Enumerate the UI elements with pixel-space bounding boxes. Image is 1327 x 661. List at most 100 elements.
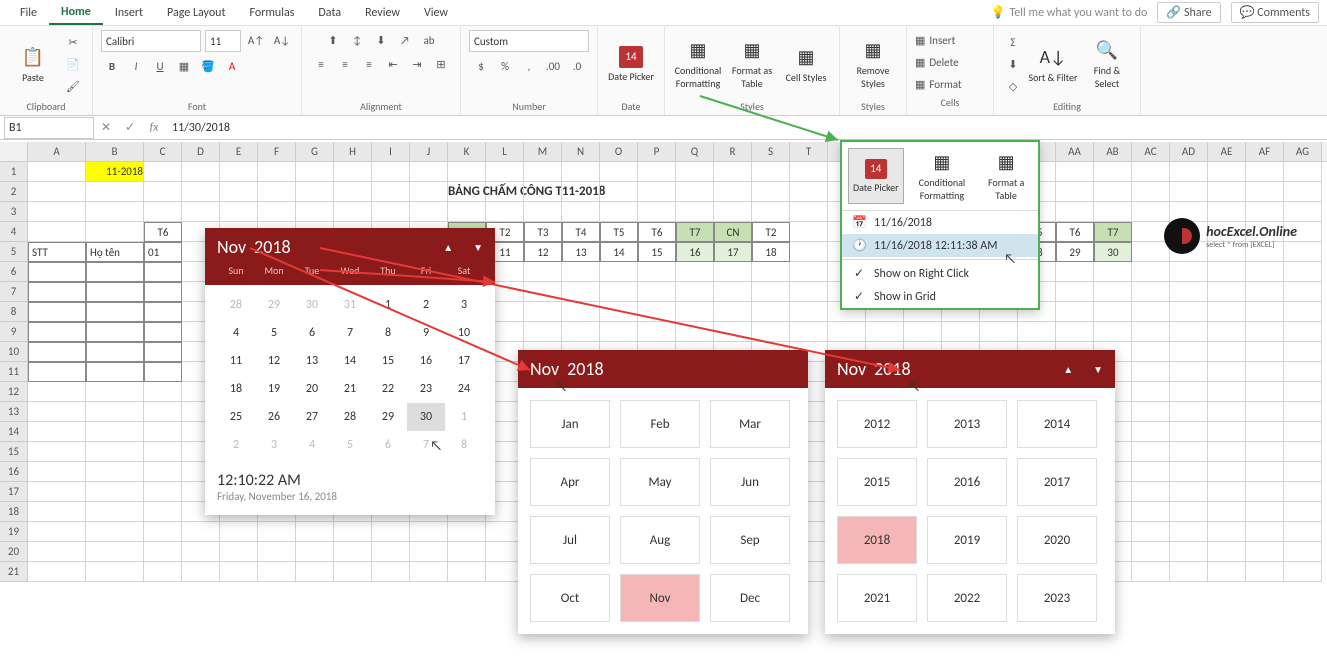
cell[interactable] (1170, 282, 1208, 302)
column-header[interactable]: S (752, 142, 790, 161)
cell[interactable] (1246, 462, 1284, 482)
column-header[interactable]: I (372, 142, 410, 161)
cell[interactable] (1246, 422, 1284, 442)
cell[interactable] (1246, 282, 1284, 302)
calendar-day[interactable]: 18 (217, 375, 255, 403)
row-header[interactable]: 8 (0, 302, 28, 322)
cell[interactable] (486, 182, 524, 202)
cell[interactable]: STT (28, 242, 86, 262)
clear-button[interactable]: ◇ (1002, 76, 1024, 96)
cell[interactable] (1284, 322, 1322, 342)
calendar-day[interactable]: 24 (445, 375, 483, 403)
row-header[interactable]: 9 (0, 322, 28, 342)
calendar-day[interactable]: 10 (445, 319, 483, 347)
cell[interactable] (410, 522, 448, 542)
column-header[interactable]: AF (1246, 142, 1284, 161)
cut-button[interactable]: ✂ (62, 32, 84, 52)
cell[interactable] (220, 202, 258, 222)
cell[interactable] (1094, 322, 1132, 342)
column-header[interactable]: AE (1208, 142, 1246, 161)
cell[interactable] (220, 162, 258, 182)
cell[interactable] (676, 162, 714, 182)
cell[interactable]: T6 (144, 222, 182, 242)
cell[interactable] (144, 342, 182, 362)
cell[interactable] (86, 562, 144, 582)
calendar-day[interactable]: 1 (445, 403, 483, 431)
cell[interactable] (752, 322, 790, 342)
cell[interactable] (144, 562, 182, 582)
cell[interactable] (296, 182, 334, 202)
cell[interactable] (372, 182, 410, 202)
cell[interactable] (372, 562, 410, 582)
bold-button[interactable]: B (101, 56, 123, 76)
cell[interactable] (676, 302, 714, 322)
cell[interactable] (28, 562, 86, 582)
calendar-day[interactable]: 20 (293, 375, 331, 403)
column-header[interactable]: M (524, 142, 562, 161)
cell[interactable] (144, 182, 182, 202)
prev-month-button[interactable]: ▲ (443, 241, 453, 254)
calendar-day[interactable]: 30 (293, 291, 331, 319)
cell[interactable] (1284, 182, 1322, 202)
calendar-day[interactable]: 12 (255, 347, 293, 375)
cell[interactable] (28, 262, 86, 282)
cell[interactable] (600, 182, 638, 202)
calendar-day[interactable]: 3 (255, 431, 293, 459)
decrease-font-button[interactable]: A↓ (271, 30, 293, 50)
column-header[interactable]: J (410, 142, 448, 161)
calendar-day[interactable]: 8 (369, 319, 407, 347)
cell[interactable] (1132, 362, 1170, 382)
cell[interactable] (86, 202, 144, 222)
cell[interactable] (86, 282, 144, 302)
month-cell[interactable]: Oct (530, 574, 610, 622)
cell[interactable] (86, 362, 144, 382)
number-format-select[interactable]: Custom (469, 30, 589, 52)
cell[interactable] (752, 262, 790, 282)
cell[interactable] (1018, 322, 1056, 342)
tab-formulas[interactable]: Formulas (237, 2, 306, 24)
cell[interactable] (790, 322, 828, 342)
cell[interactable] (790, 182, 828, 202)
cell[interactable] (86, 502, 144, 522)
cell[interactable] (1132, 302, 1170, 322)
cell[interactable] (372, 202, 410, 222)
column-header[interactable]: A (28, 142, 86, 161)
row-header[interactable]: 18 (0, 502, 28, 522)
cell[interactable] (1284, 302, 1322, 322)
cell[interactable] (714, 182, 752, 202)
cell[interactable] (1094, 282, 1132, 302)
row-header[interactable]: 14 (0, 422, 28, 442)
cell[interactable] (524, 322, 562, 342)
cell[interactable] (676, 282, 714, 302)
cell[interactable] (448, 202, 486, 222)
cell[interactable] (1208, 282, 1246, 302)
cell[interactable] (676, 322, 714, 342)
cell[interactable] (1284, 422, 1322, 442)
cell[interactable] (1246, 342, 1284, 362)
year-cell[interactable]: 2019 (927, 516, 1007, 564)
copy-button[interactable]: 📄 (62, 54, 84, 74)
cell[interactable]: 15 (638, 242, 676, 262)
font-color-button[interactable]: A (221, 56, 243, 76)
row-header[interactable]: 17 (0, 482, 28, 502)
calendar-day[interactable]: 4 (217, 319, 255, 347)
month-cell[interactable]: Feb (620, 400, 700, 448)
month-cell[interactable]: Dec (710, 574, 790, 622)
cell[interactable] (86, 182, 144, 202)
cell[interactable] (1170, 502, 1208, 522)
cell[interactable] (1284, 362, 1322, 382)
calendar-day[interactable]: 22 (369, 375, 407, 403)
cell[interactable] (1132, 422, 1170, 442)
column-header[interactable]: AC (1132, 142, 1170, 161)
share-button[interactable]: 🔗 Share (1157, 2, 1220, 23)
year-cell[interactable]: 2022 (927, 574, 1007, 622)
cell[interactable] (258, 562, 296, 582)
enter-formula-button[interactable]: ✓ (118, 117, 142, 139)
cell[interactable] (372, 542, 410, 562)
cell[interactable]: T5 (600, 222, 638, 242)
remove-styles-button[interactable]: ▦Remove Styles (848, 34, 898, 94)
cell[interactable] (1246, 502, 1284, 522)
cell[interactable] (28, 162, 86, 182)
cell[interactable] (144, 402, 182, 422)
cell[interactable] (448, 522, 486, 542)
